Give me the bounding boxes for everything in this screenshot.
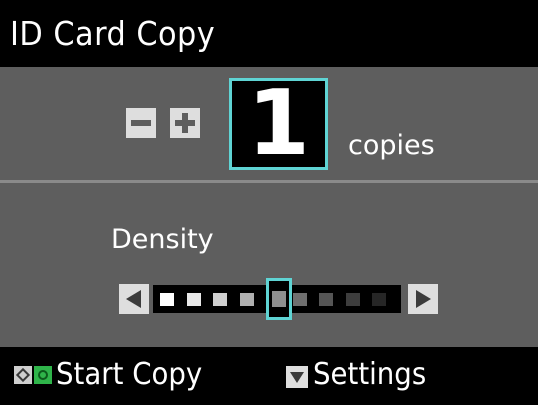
density-slider-thumb[interactable]	[266, 278, 292, 320]
page-title: ID Card Copy	[10, 14, 216, 53]
minus-icon	[131, 120, 151, 126]
density-increase-button[interactable]	[408, 284, 438, 314]
copies-input[interactable]: 1	[229, 78, 328, 170]
plus-button[interactable]	[170, 108, 200, 138]
start-copy-label: Start Copy	[56, 357, 203, 392]
copies-value: 1	[247, 71, 310, 176]
density-decrease-button[interactable]	[119, 284, 149, 314]
density-segment	[292, 293, 307, 306]
start-icon[interactable]	[34, 366, 52, 384]
density-segment	[372, 293, 386, 306]
density-segment	[239, 293, 254, 306]
settings-panel: 1 copies Density	[0, 67, 538, 347]
density-label: Density	[111, 224, 214, 255]
footer-bar: Start Copy Settings	[0, 347, 538, 405]
diamond-icon	[14, 366, 32, 384]
title-bar: ID Card Copy	[0, 0, 538, 67]
right-arrow-icon	[416, 290, 431, 308]
density-segment	[213, 293, 227, 306]
copies-label: copies	[348, 130, 435, 161]
density-segment	[186, 293, 201, 306]
density-segment	[345, 293, 360, 306]
left-arrow-icon	[126, 290, 141, 308]
density-segment	[160, 293, 174, 306]
lcd-screen: ID Card Copy 1 copies Density Start Copy…	[0, 0, 538, 405]
divider	[0, 180, 538, 183]
settings-label: Settings	[313, 357, 427, 392]
density-segment	[319, 293, 333, 306]
minus-button[interactable]	[126, 108, 156, 138]
down-arrow-icon[interactable]	[286, 366, 308, 388]
